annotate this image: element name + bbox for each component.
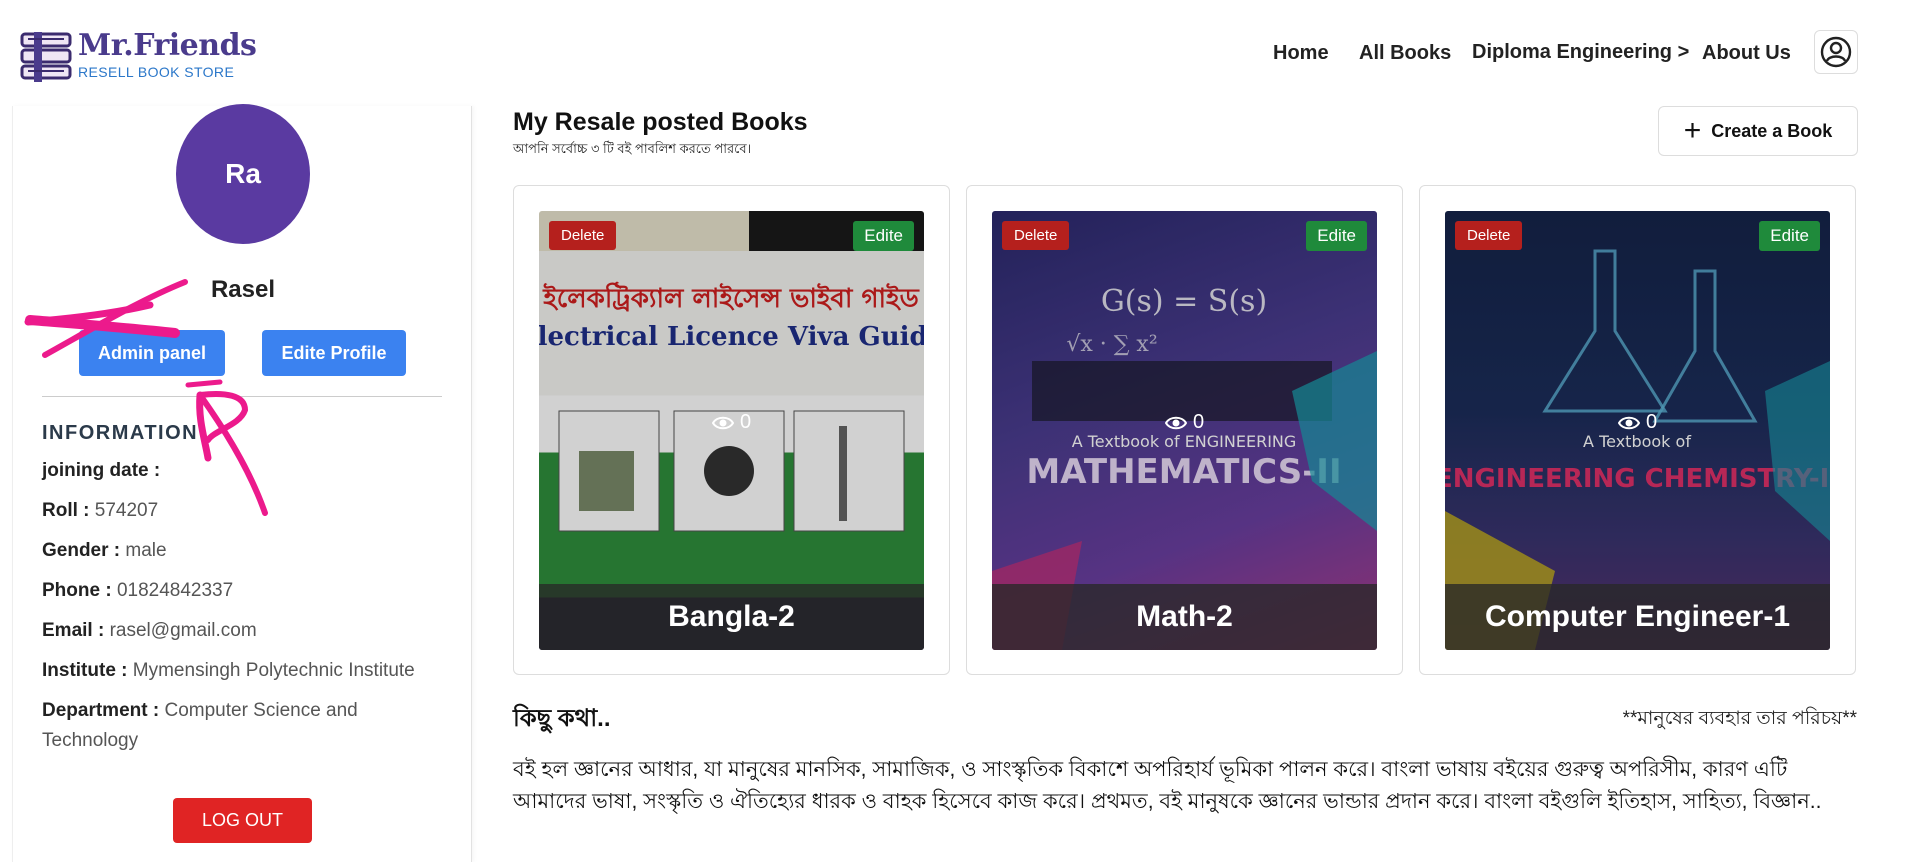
user-name: Rasel (210, 276, 276, 303)
edit-button[interactable]: Edite (1759, 221, 1820, 251)
about-paragraph: বই হল জ্ঞানের আধার, যা মানুষের মানসিক, স… (513, 758, 1822, 813)
nav-diploma-engineering[interactable]: Diploma Engineering > (1472, 41, 1689, 64)
info-label: joining date : (42, 460, 161, 481)
info-department: Department : Computer Science and Techno… (42, 696, 442, 756)
edit-profile-button[interactable]: Edite Profile (262, 330, 406, 376)
edit-button[interactable]: Edite (1306, 221, 1367, 251)
delete-button[interactable]: Delete (549, 221, 617, 250)
information-heading: INFORMATION (42, 422, 199, 444)
info-value: 574207 (94, 500, 159, 521)
info-label: Institute : (42, 660, 128, 681)
create-book-label: Create a Book (1711, 120, 1833, 141)
delete-button[interactable]: Delete (1002, 221, 1070, 250)
user-circle-icon (1820, 36, 1852, 68)
view-count-value: 0 (739, 411, 752, 433)
info-label: Roll : (42, 500, 90, 521)
brand-logo[interactable]: Mr.Friends RESELL BOOK STORE (20, 28, 257, 86)
info-value: Mymensingh Polytechnic Institute (132, 660, 415, 681)
avatar: Ra (176, 104, 310, 244)
info-value: male (125, 540, 167, 561)
top-navbar: Mr.Friends RESELL BOOK STORE Home All Bo… (0, 0, 1907, 106)
book-card[interactable]: G(s) = S(s) √x · ∑ x² A Textbook of ENGI… (966, 185, 1403, 675)
books-stack-icon (20, 30, 74, 86)
view-count: 0 (1445, 411, 1830, 434)
divider (42, 396, 442, 397)
book-cover-image[interactable]: A Textbook of ENGINEERING CHEMISTRY-II D… (1445, 211, 1830, 650)
eye-icon (1617, 416, 1640, 429)
book-card[interactable]: ইলেকট্রিক্যাল লাইসেন্স ভাইবা গাইড Electr… (513, 185, 950, 675)
brand-subtitle: RESELL BOOK STORE (78, 64, 235, 80)
book-title: Computer Engineer-1 (1445, 584, 1830, 650)
user-account-button[interactable] (1814, 30, 1858, 74)
info-label: Department : (42, 700, 160, 721)
book-title: Bangla-2 (539, 584, 924, 650)
book-title: Math-2 (992, 584, 1377, 650)
book-cover-image[interactable]: G(s) = S(s) √x · ∑ x² A Textbook of ENGI… (992, 211, 1377, 650)
plus-icon: + (1683, 114, 1702, 147)
nav-all-books[interactable]: All Books (1359, 42, 1451, 65)
book-cover-image[interactable]: ইলেকট্রিক্যাল লাইসেন্স ভাইবা গাইড Electr… (539, 211, 924, 650)
nav-home[interactable]: Home (1273, 42, 1329, 65)
info-gender: Gender : male (42, 536, 462, 566)
nav-about-us[interactable]: About Us (1702, 42, 1791, 65)
info-email: Email : rasel@gmail.com (42, 616, 462, 646)
about-motto: **মানুষের ব্যবহার তার পরিচয়** (1622, 708, 1857, 729)
view-count: 0 (992, 411, 1377, 434)
info-label: Gender : (42, 540, 121, 561)
page-subtitle: আপনি সর্বোচ্চ ৩ টি বই পাবলিশ করতে পারবে। (513, 141, 752, 156)
eye-icon (711, 416, 734, 429)
view-count: 0 (539, 411, 924, 434)
profile-sidebar: Ra Rasel Admin panel Edite Profile INFOR… (12, 104, 472, 862)
create-book-button[interactable]: + Create a Book (1658, 106, 1858, 156)
info-value: rasel@gmail.com (109, 620, 257, 641)
page: Mr.Friends RESELL BOOK STORE Home All Bo… (0, 0, 1907, 862)
info-label: Email : (42, 620, 105, 641)
info-roll: Roll : 574207 (42, 496, 462, 526)
about-heading: কিছু কথা.. (513, 705, 611, 732)
info-value: 01824842337 (116, 580, 234, 601)
delete-button[interactable]: Delete (1455, 221, 1523, 250)
view-count-value: 0 (1645, 411, 1658, 433)
edit-button[interactable]: Edite (853, 221, 914, 251)
brand-title: Mr.Friends (78, 28, 257, 63)
view-count-value: 0 (1192, 411, 1205, 433)
logout-button[interactable]: LOG OUT (173, 798, 312, 843)
book-card[interactable]: A Textbook of ENGINEERING CHEMISTRY-II D… (1419, 185, 1856, 675)
info-phone: Phone : 01824842337 (42, 576, 462, 606)
admin-panel-button[interactable]: Admin panel (79, 330, 225, 376)
info-label: Phone : (42, 580, 112, 601)
page-title: My Resale posted Books (513, 108, 808, 136)
info-joining-date: joining date : (42, 456, 462, 486)
info-institute: Institute : Mymensingh Polytechnic Insti… (42, 656, 462, 686)
eye-icon (1164, 416, 1187, 429)
